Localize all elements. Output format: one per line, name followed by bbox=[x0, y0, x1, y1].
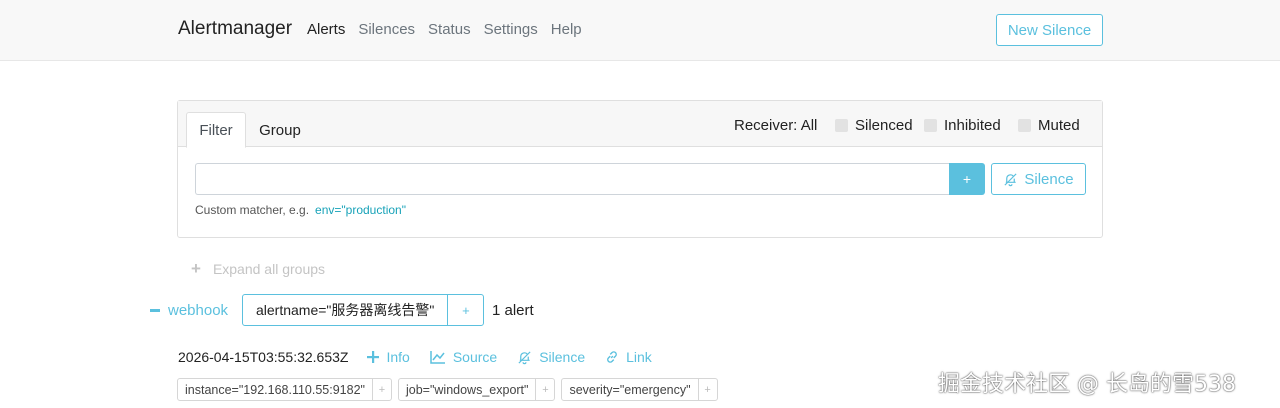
watermark: 掘金技术社区 @ 长岛的雪538 bbox=[938, 372, 1236, 397]
label-text[interactable]: severity="emergency" bbox=[562, 379, 699, 400]
receiver-name: webhook bbox=[168, 302, 229, 319]
group-label-add-button[interactable]: + bbox=[448, 295, 483, 325]
checkbox-label: Muted bbox=[1038, 117, 1080, 134]
add-matcher-button[interactable]: + bbox=[949, 163, 985, 195]
expand-all-label: Expand all groups bbox=[212, 261, 326, 277]
checkbox-box[interactable] bbox=[1018, 119, 1031, 132]
nav-menu: Alerts Silences Status Settings Help bbox=[307, 21, 595, 38]
navbar: Alertmanager Alerts Silences Status Sett… bbox=[0, 0, 1280, 61]
silence-alert-button[interactable]: Silence bbox=[517, 349, 585, 365]
checkbox-label: Silenced bbox=[855, 117, 913, 134]
tab-filter[interactable]: Filter bbox=[186, 112, 246, 148]
expand-all-groups-button[interactable]: + Expand all groups bbox=[191, 259, 325, 279]
matcher-hint: Custom matcher, e.g. env="production" bbox=[195, 203, 406, 217]
muted-checkbox[interactable]: Muted bbox=[1018, 117, 1080, 134]
nav-silences[interactable]: Silences bbox=[358, 21, 415, 38]
plus-icon bbox=[367, 351, 380, 363]
alert-labels: instance="192.168.110.55:9182" + job="wi… bbox=[177, 378, 718, 401]
alert-timestamp: 2026-04-15T03:55:32.653Z bbox=[178, 349, 349, 365]
filter-card: Filter Group Receiver: All Silenced Inhi… bbox=[177, 100, 1103, 238]
info-label: Info bbox=[386, 349, 410, 365]
label-add-button[interactable]: + bbox=[536, 379, 554, 400]
tab-group[interactable]: Group bbox=[250, 112, 310, 148]
chart-line-icon bbox=[430, 350, 446, 364]
hint-example-link[interactable]: env="production" bbox=[315, 203, 406, 217]
label-pill-instance: instance="192.168.110.55:9182" + bbox=[177, 378, 392, 401]
group-label-pill: alertname="服务器离线告警" + bbox=[242, 294, 485, 326]
new-silence-button[interactable]: New Silence bbox=[996, 14, 1103, 46]
alert-row: 2026-04-15T03:55:32.653Z Info Source Sil… bbox=[178, 349, 672, 365]
bell-slash-icon bbox=[1004, 172, 1017, 186]
brand-title[interactable]: Alertmanager bbox=[178, 18, 292, 40]
silence-filter-button[interactable]: Silence bbox=[991, 163, 1086, 195]
checkbox-box[interactable] bbox=[835, 119, 848, 132]
label-text[interactable]: job="windows_export" bbox=[399, 379, 537, 400]
nav-status[interactable]: Status bbox=[428, 21, 471, 38]
checkbox-label: Inhibited bbox=[944, 117, 1001, 134]
bell-slash-icon bbox=[517, 350, 532, 365]
nav-alerts[interactable]: Alerts bbox=[307, 21, 345, 38]
minus-icon bbox=[150, 309, 160, 312]
source-label: Source bbox=[452, 349, 498, 365]
label-text[interactable]: instance="192.168.110.55:9182" bbox=[178, 379, 373, 400]
nav-help[interactable]: Help bbox=[551, 21, 582, 38]
plus-icon: + bbox=[191, 259, 201, 278]
group-label[interactable]: alertname="服务器离线告警" bbox=[243, 295, 449, 325]
info-button[interactable]: Info bbox=[367, 349, 410, 365]
link-label: Link bbox=[626, 349, 652, 365]
label-pill-severity: severity="emergency" + bbox=[561, 378, 718, 401]
silenced-checkbox[interactable]: Silenced bbox=[835, 117, 913, 134]
inhibited-checkbox[interactable]: Inhibited bbox=[924, 117, 1001, 134]
silence-alert-label: Silence bbox=[539, 349, 586, 365]
link-button[interactable]: Link bbox=[605, 349, 652, 365]
receiver-group-toggle[interactable]: webhook bbox=[150, 302, 228, 319]
alert-count: 1 alert bbox=[492, 302, 534, 319]
label-add-button[interactable]: + bbox=[699, 379, 717, 400]
hint-text: Custom matcher, e.g. bbox=[195, 203, 310, 217]
label-pill-job: job="windows_export" + bbox=[397, 378, 556, 401]
filter-input[interactable] bbox=[195, 163, 950, 195]
nav-settings[interactable]: Settings bbox=[484, 21, 538, 38]
silence-filter-label: Silence bbox=[1024, 170, 1074, 188]
source-button[interactable]: Source bbox=[430, 349, 497, 365]
filter-card-header: Filter Group Receiver: All Silenced Inhi… bbox=[178, 101, 1102, 148]
checkbox-box[interactable] bbox=[924, 119, 937, 132]
link-icon bbox=[605, 350, 619, 364]
receiver-select[interactable]: Receiver: All bbox=[734, 117, 817, 134]
label-add-button[interactable]: + bbox=[373, 379, 391, 400]
